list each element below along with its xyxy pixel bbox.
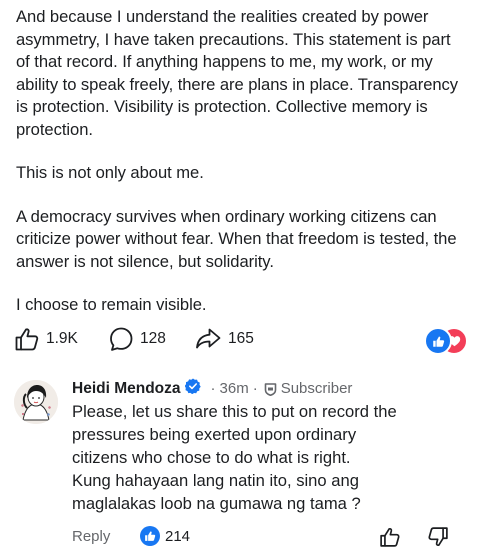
- comment-time[interactable]: 36m: [220, 380, 249, 397]
- comment-header: Heidi Mendoza · 36m · Subscriber: [72, 378, 352, 399]
- post-paragraph: And because I understand the realities c…: [16, 7, 459, 139]
- like-button[interactable]: 1.9K: [14, 322, 78, 356]
- comment-line: Kung hahayaan lang natin ito, sino ang: [72, 471, 359, 490]
- thumbs-down-outline-icon: [428, 527, 448, 547]
- comment-action-bar: Reply 214: [72, 526, 472, 550]
- post-paragraph: I choose to remain visible.: [16, 295, 207, 314]
- comment-meta: · 36m · Subscriber: [207, 380, 353, 397]
- comment-line: Please, let us share this to put on reco…: [72, 402, 397, 421]
- comment-line: pressures being exerted upon ordinary: [72, 425, 357, 444]
- comment-bubble-icon: [110, 327, 133, 351]
- post-action-bar: 1.9K 128 165: [0, 322, 480, 356]
- comment-author-name[interactable]: Heidi Mendoza: [72, 380, 181, 398]
- like-reaction-icon: [140, 526, 160, 546]
- share-button[interactable]: 165: [194, 322, 254, 356]
- meta-separator: ·: [210, 380, 216, 397]
- subscriber-label: Subscriber: [280, 380, 353, 397]
- like-reaction-icon: [424, 327, 452, 355]
- share-arrow-icon: [196, 328, 221, 349]
- reply-button[interactable]: Reply: [72, 528, 110, 545]
- comment-button[interactable]: 128: [108, 322, 166, 356]
- subscriber-badge-icon: [264, 382, 277, 396]
- thumbs-up-icon: [15, 328, 39, 351]
- post-body: And because I understand the realities c…: [16, 6, 468, 338]
- comment-text: Please, let us share this to put on reco…: [72, 400, 468, 515]
- share-count: 165: [228, 330, 254, 347]
- comment-line: citizens who chose to do what is right.: [72, 448, 351, 467]
- thumbs-up-outline-icon: [380, 527, 400, 547]
- comment-like-count: 214: [165, 527, 191, 545]
- comment-line: maglalakas loob na gumawa ng tama ?: [72, 494, 361, 513]
- verified-badge-icon: [184, 378, 201, 399]
- post-paragraph: This is not only about me.: [16, 163, 204, 182]
- like-count: 1.9K: [46, 330, 78, 347]
- meta-separator: ·: [252, 380, 258, 397]
- comment-like-summary[interactable]: 214: [140, 526, 190, 546]
- avatar[interactable]: [14, 380, 58, 424]
- post-paragraph: A democracy survives when ordinary worki…: [16, 206, 457, 271]
- comment-count: 128: [140, 330, 166, 347]
- reaction-summary[interactable]: [424, 327, 470, 355]
